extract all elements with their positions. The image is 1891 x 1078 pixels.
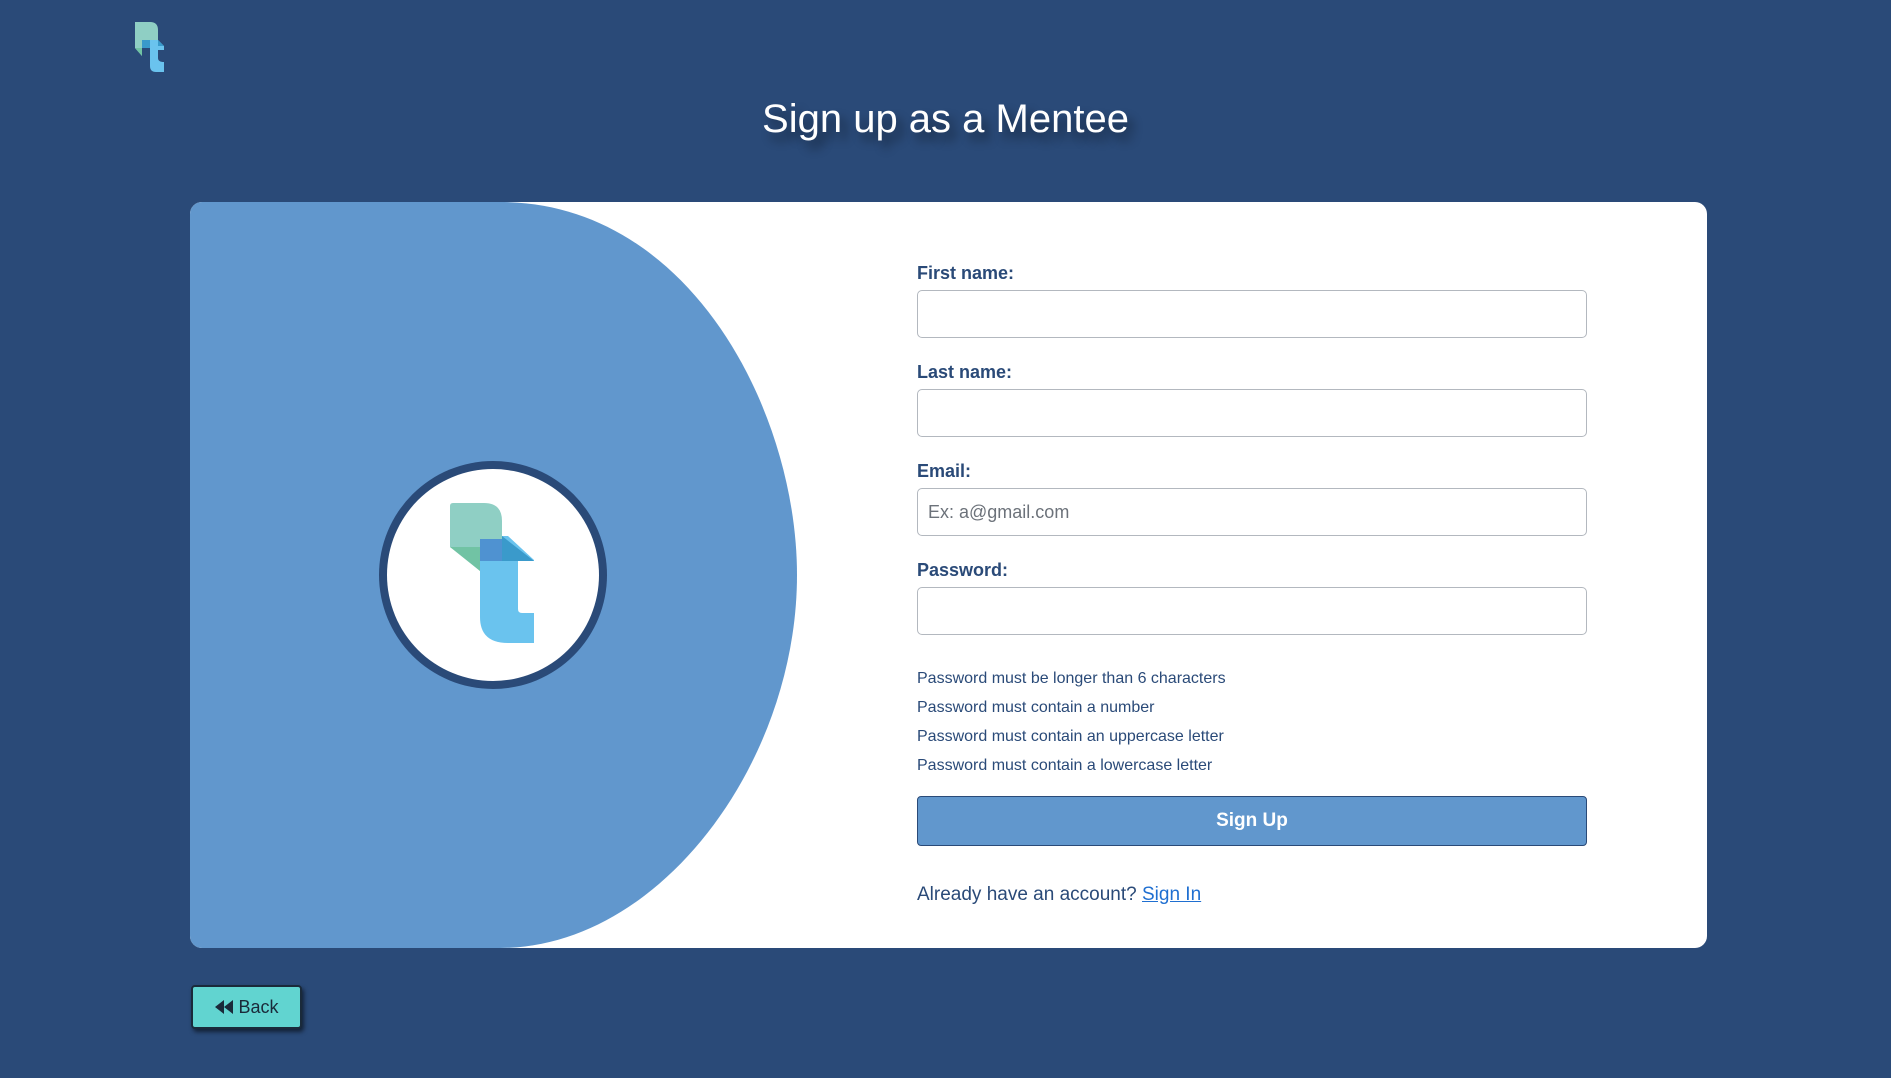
first-name-label: First name: (917, 263, 1015, 283)
email-label: Email: (917, 461, 972, 481)
sign-up-button[interactable]: Sign Up (917, 796, 1587, 846)
last-name-group: Last name: (917, 361, 1587, 437)
last-name-label: Last name: (917, 362, 1013, 382)
signin-prompt-text: Already have an account? (917, 884, 1137, 905)
first-name-group: First name: (917, 262, 1587, 338)
signup-card: First name: Last name: Email: Password: … (190, 202, 1707, 948)
password-rules: Password must be longer than 6 character… (917, 664, 1587, 780)
password-rule: Password must contain a lowercase letter (917, 757, 1213, 774)
email-group: Email: (917, 460, 1587, 536)
password-rule: Password must contain a number (917, 699, 1155, 716)
last-name-input[interactable] (917, 389, 1587, 437)
password-group: Password: (917, 559, 1587, 635)
first-name-input[interactable] (917, 290, 1587, 338)
signup-form: First name: Last name: Email: Password: … (917, 262, 1587, 906)
password-input[interactable] (917, 587, 1587, 635)
decorative-panel (190, 202, 797, 948)
back-button[interactable]: Back (191, 985, 302, 1029)
page-title: Sign up as a Mentee (762, 97, 1129, 141)
password-rule: Password must contain an uppercase lette… (917, 728, 1224, 745)
password-label: Password: (917, 560, 1009, 580)
email-input[interactable] (917, 488, 1587, 536)
brand-logo-icon[interactable] (130, 20, 170, 76)
signin-prompt-line: Already have an account? Sign In (917, 884, 1587, 906)
back-label: Back (238, 996, 279, 1017)
password-rule: Password must be longer than 6 character… (917, 670, 1226, 687)
rewind-icon (214, 1000, 234, 1014)
sign-in-link[interactable]: Sign In (1142, 884, 1201, 905)
signup-page: Sign up as a Mentee First name: Last nam… (0, 0, 1891, 1078)
